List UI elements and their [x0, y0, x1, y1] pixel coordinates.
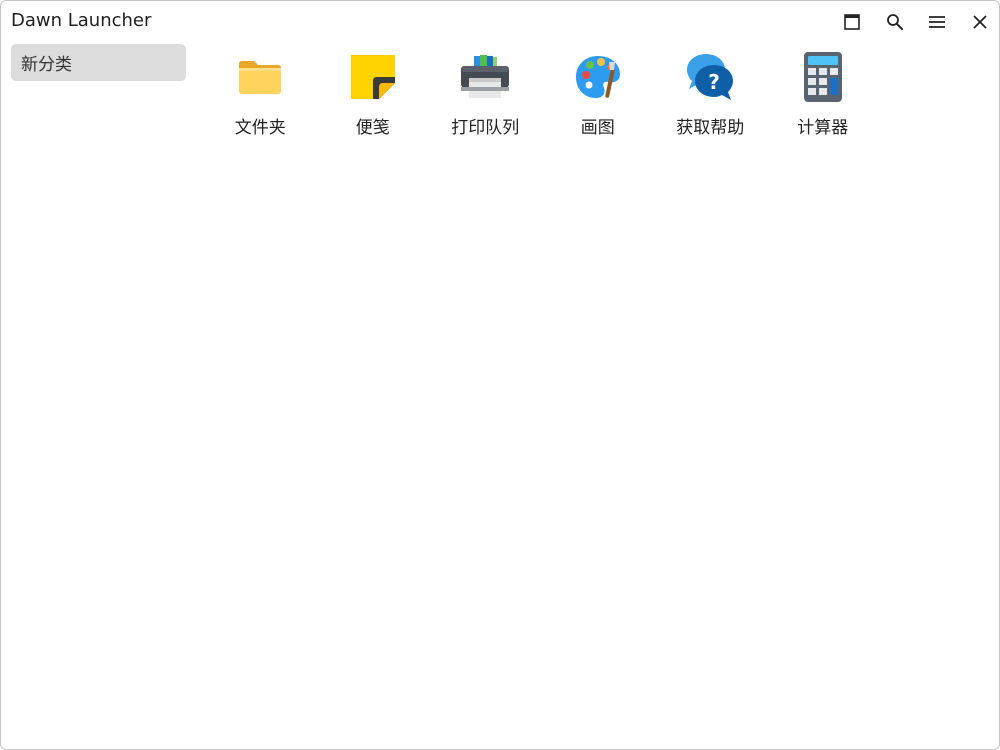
item-paint[interactable]: 画图	[542, 49, 655, 144]
item-label: 打印队列	[451, 118, 520, 138]
sticky-note-icon	[345, 49, 401, 105]
menu-button[interactable]	[924, 9, 950, 35]
launcher-window: Dawn Launcher 新分类 文件夹 便笺 打印队列 画图 ? 获取帮助 …	[0, 0, 1000, 750]
close-icon	[973, 15, 987, 29]
search-button[interactable]	[882, 9, 908, 35]
item-folder[interactable]: 文件夹	[204, 49, 317, 144]
item-label: 画图	[580, 118, 615, 138]
category-label: 新分类	[21, 55, 72, 75]
item-sticky-notes[interactable]: 便笺	[317, 49, 430, 144]
item-label: 文件夹	[234, 118, 286, 138]
item-calculator[interactable]: 计算器	[767, 49, 880, 144]
search-icon	[887, 14, 903, 30]
folder-icon	[232, 49, 288, 105]
item-label: 获取帮助	[676, 118, 745, 138]
calculator-icon	[795, 49, 851, 105]
category-item-new[interactable]: 新分类	[11, 44, 186, 81]
menu-icon	[929, 16, 945, 28]
svg-text:?: ?	[708, 70, 720, 94]
item-print-queue[interactable]: 打印队列	[429, 49, 542, 144]
app-title: Dawn Launcher	[11, 10, 152, 31]
help-chat-icon: ?	[682, 49, 738, 105]
item-label: 计算器	[797, 118, 849, 138]
item-grid: 文件夹 便笺 打印队列 画图 ? 获取帮助 计算器	[204, 49, 879, 144]
printer-icon	[457, 49, 513, 105]
paint-palette-icon	[570, 49, 626, 105]
item-get-help[interactable]: ? 获取帮助	[654, 49, 767, 144]
item-label: 便笺	[355, 118, 390, 138]
close-button[interactable]	[967, 9, 993, 35]
maximize-icon	[844, 14, 860, 30]
title-bar[interactable]: Dawn Launcher	[1, 1, 999, 41]
category-sidebar: 新分类	[11, 44, 186, 81]
maximize-button[interactable]	[839, 9, 865, 35]
